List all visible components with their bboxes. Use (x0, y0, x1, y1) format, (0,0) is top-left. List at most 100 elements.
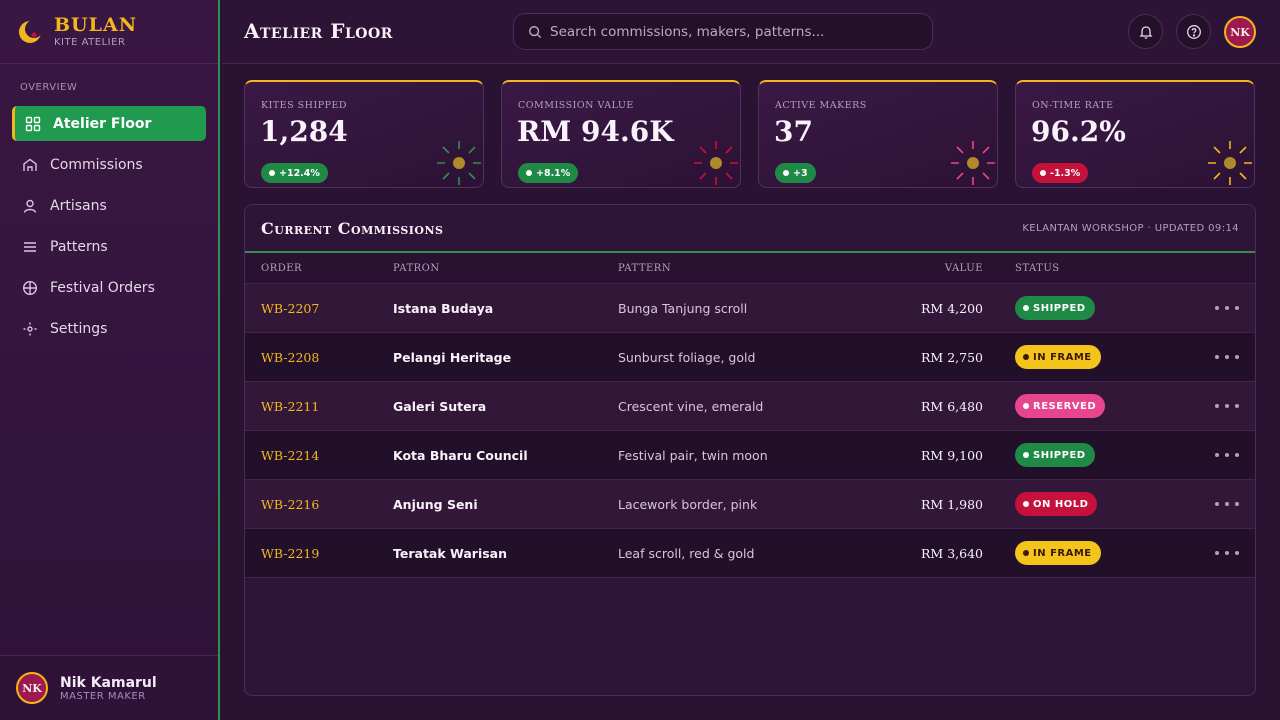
more-actions-icon[interactable] (1215, 495, 1239, 513)
sidebar-item-label: Festival Orders (50, 279, 155, 296)
home-icon (22, 157, 38, 173)
sidebar-item-label: Settings (50, 320, 108, 337)
notifications-button[interactable] (1128, 14, 1163, 49)
profile-avatar-button[interactable]: NK (1224, 16, 1256, 48)
commissions-panel: Current Commissions KELANTAN WORKSHOP · … (244, 204, 1256, 696)
table-row[interactable]: WB-2214 Kota Bharu Council Festival pair… (245, 431, 1255, 480)
sunburst-ornament-icon (437, 141, 481, 185)
more-actions-icon[interactable] (1215, 397, 1239, 415)
patron-name: Kota Bharu Council (393, 448, 528, 463)
status-badge: RESERVED (1015, 394, 1106, 418)
pattern-name: Crescent vine, emerald (618, 399, 764, 414)
order-id-link[interactable]: WB-2207 (261, 301, 319, 316)
user-name: Nik Kamarul (60, 674, 157, 691)
kpi-label: Commission Value (518, 100, 634, 111)
order-id-link[interactable]: WB-2211 (261, 399, 319, 414)
sunburst-ornament-icon (1208, 141, 1252, 185)
brand-name: BULAN (54, 14, 138, 36)
search-box[interactable] (513, 13, 933, 50)
more-actions-icon[interactable] (1215, 544, 1239, 562)
status-badge: ON HOLD (1015, 492, 1098, 516)
sidebar: BULAN KITE ATELIER OVERVIEW Atelier Floo… (0, 0, 220, 720)
order-id-link[interactable]: WB-2219 (261, 546, 319, 561)
pattern-name: Festival pair, twin moon (618, 448, 768, 463)
pattern-name: Leaf scroll, red & gold (618, 546, 755, 561)
gear-icon (22, 321, 38, 337)
kpi-card-commission-value: Commission Value RM 94.6K +8.1% (501, 80, 741, 188)
help-button[interactable] (1176, 14, 1211, 49)
kpi-delta-badge: +3 (775, 163, 816, 183)
nav-section-label: OVERVIEW (20, 82, 78, 93)
kpi-label: Kites Shipped (261, 100, 348, 111)
kpi-value: RM 94.6K (517, 115, 674, 148)
menu-icon (22, 239, 38, 255)
patron-name: Pelangi Heritage (393, 350, 512, 365)
search-input[interactable] (550, 23, 910, 40)
kpi-label: On-Time Rate (1032, 100, 1114, 111)
table-row[interactable]: WB-2211 Galeri Sutera Crescent vine, eme… (245, 382, 1255, 431)
kpi-card-on-time-rate: On-Time Rate 96.2% -1.3% (1015, 80, 1255, 188)
status-badge: IN FRAME (1015, 541, 1101, 565)
column-header-patron[interactable]: Patron (393, 263, 440, 274)
kpi-value: 1,284 (260, 115, 348, 148)
column-header-pattern[interactable]: Pattern (618, 263, 671, 274)
patron-name: Teratak Warisan (393, 546, 508, 561)
page-title: Atelier Floor (244, 19, 393, 43)
order-id-link[interactable]: WB-2208 (261, 350, 319, 365)
search-icon (529, 25, 542, 38)
kpi-label: Active Makers (775, 100, 867, 111)
patron-name: Anjung Seni (393, 497, 478, 512)
more-actions-icon[interactable] (1215, 299, 1239, 317)
sidebar-item-commissions[interactable]: Commissions (12, 147, 206, 182)
top-bar: Atelier Floor NK (222, 0, 1280, 64)
table-header: Order Patron Pattern Value Status (245, 253, 1255, 284)
sidebar-item-artisans[interactable]: Artisans (12, 188, 206, 223)
brand[interactable]: BULAN KITE ATELIER (0, 0, 218, 64)
user-icon (22, 198, 38, 214)
kpi-card-active-makers: Active Makers 37 +3 (758, 80, 998, 188)
kpi-delta-badge: +8.1% (518, 163, 579, 183)
panel-header: Current Commissions KELANTAN WORKSHOP · … (245, 205, 1255, 253)
sidebar-item-atelier-floor[interactable]: Atelier Floor (12, 106, 206, 141)
grid-icon (25, 116, 41, 132)
kpi-delta-badge: -1.3% (1032, 163, 1089, 183)
sidebar-item-label: Artisans (50, 197, 107, 214)
more-actions-icon[interactable] (1215, 348, 1239, 366)
sidebar-item-festival-orders[interactable]: Festival Orders (12, 270, 206, 305)
status-badge: IN FRAME (1015, 345, 1101, 369)
brand-subtitle: KITE ATELIER (54, 37, 126, 48)
sidebar-item-label: Commissions (50, 156, 143, 173)
order-id-link[interactable]: WB-2214 (261, 448, 319, 463)
commission-value: RM 6,480 (921, 399, 983, 414)
column-header-value[interactable]: Value (945, 263, 983, 274)
sidebar-user[interactable]: NK Nik Kamarul MASTER MAKER (0, 655, 218, 720)
table-row[interactable]: WB-2219 Teratak Warisan Leaf scroll, red… (245, 529, 1255, 578)
column-header-status[interactable]: Status (1015, 263, 1060, 274)
globe-icon (22, 280, 38, 296)
sidebar-item-settings[interactable]: Settings (12, 311, 206, 346)
panel-title: Current Commissions (261, 219, 444, 238)
commission-value: RM 2,750 (921, 350, 983, 365)
more-actions-icon[interactable] (1215, 446, 1239, 464)
column-header-order[interactable]: Order (261, 263, 302, 274)
pattern-name: Sunburst foliage, gold (618, 350, 756, 365)
panel-meta: KELANTAN WORKSHOP · UPDATED 09:14 (1022, 223, 1239, 234)
bell-icon (1138, 25, 1153, 39)
sidebar-item-patterns[interactable]: Patterns (12, 229, 206, 264)
status-badge: SHIPPED (1015, 296, 1095, 320)
table-row[interactable]: WB-2216 Anjung Seni Lacework border, pin… (245, 480, 1255, 529)
user-role: MASTER MAKER (60, 690, 146, 702)
commission-value: RM 3,640 (921, 546, 983, 561)
order-id-link[interactable]: WB-2216 (261, 497, 319, 512)
commission-value: RM 9,100 (921, 448, 983, 463)
patron-name: Istana Budaya (393, 301, 494, 316)
commission-value: RM 1,980 (921, 497, 983, 512)
pattern-name: Bunga Tanjung scroll (618, 301, 748, 316)
table-row[interactable]: WB-2207 Istana Budaya Bunga Tanjung scro… (245, 284, 1255, 333)
sunburst-ornament-icon (694, 141, 738, 185)
kpi-value: 37 (774, 115, 813, 148)
kpi-delta-badge: +12.4% (261, 163, 328, 183)
table-row[interactable]: WB-2208 Pelangi Heritage Sunburst foliag… (245, 333, 1255, 382)
sunburst-ornament-icon (951, 141, 995, 185)
help-icon (1186, 24, 1201, 39)
